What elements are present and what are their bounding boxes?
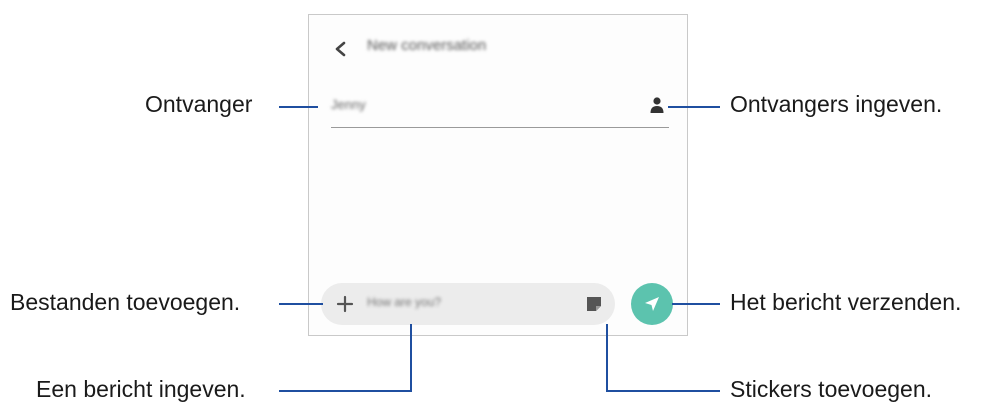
callout-line [668,106,720,108]
page-title: New conversation [367,37,487,54]
callout-send-message: Het bericht verzenden. [730,289,962,315]
callout-line [410,324,412,392]
message-composer [321,283,615,325]
callout-line [279,106,318,108]
callout-add-recipients: Ontvangers ingeven. [730,91,943,117]
callout-line [279,303,323,305]
plus-icon[interactable] [335,294,355,314]
message-input[interactable] [367,295,517,309]
send-icon [645,297,659,311]
recipient-value[interactable]: Jenny [331,97,366,112]
send-button[interactable] [631,283,673,325]
callout-line [672,303,720,305]
chevron-left-icon[interactable] [331,39,351,59]
callout-add-stickers: Stickers toevoegen. [730,376,933,402]
callout-attach-files: Bestanden toevoegen. [10,289,241,315]
person-icon[interactable] [649,96,665,114]
phone-screen: New conversation Jenny [308,14,688,336]
callout-recipient: Ontvanger [145,91,253,117]
recipient-field[interactable]: Jenny [331,91,669,128]
callout-line [606,390,720,392]
callout-line [606,324,608,392]
callout-line [279,390,412,392]
callout-enter-message: Een bericht ingeven. [36,376,246,402]
sticker-icon[interactable] [585,295,603,313]
